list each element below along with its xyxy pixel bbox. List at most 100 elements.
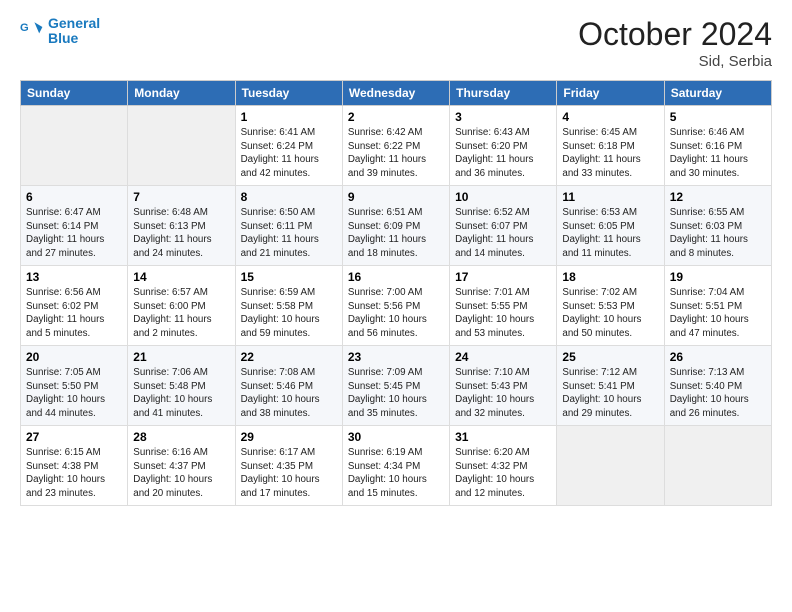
day-number: 25: [562, 350, 658, 364]
day-number: 5: [670, 110, 766, 124]
day-cell: [128, 106, 235, 186]
day-cell: 3 Sunrise: 6:43 AMSunset: 6:20 PMDaylight…: [450, 106, 557, 186]
day-number: 23: [348, 350, 444, 364]
col-monday: Monday: [128, 81, 235, 106]
day-info: Sunrise: 6:50 AMSunset: 6:11 PMDaylight:…: [241, 207, 319, 259]
day-cell: 8 Sunrise: 6:50 AMSunset: 6:11 PMDaylight…: [235, 186, 342, 266]
day-number: 31: [455, 430, 551, 444]
logo-icon: G: [20, 19, 44, 43]
day-info: Sunrise: 6:55 AMSunset: 6:03 PMDaylight:…: [670, 207, 748, 259]
day-info: Sunrise: 6:57 AMSunset: 6:00 PMDaylight:…: [133, 287, 211, 339]
day-cell: 7 Sunrise: 6:48 AMSunset: 6:13 PMDaylight…: [128, 186, 235, 266]
day-info: Sunrise: 6:52 AMSunset: 6:07 PMDaylight:…: [455, 207, 533, 259]
day-number: 20: [26, 350, 122, 364]
logo: G General Blue: [20, 16, 100, 47]
logo-text-line1: General: [48, 16, 100, 31]
day-number: 28: [133, 430, 229, 444]
day-number: 1: [241, 110, 337, 124]
day-info: Sunrise: 6:42 AMSunset: 6:22 PMDaylight:…: [348, 127, 426, 179]
day-info: Sunrise: 7:06 AMSunset: 5:48 PMDaylight:…: [133, 367, 212, 419]
day-cell: 29 Sunrise: 6:17 AMSunset: 4:35 PMDayligh…: [235, 426, 342, 506]
day-cell: 5Sunrise: 6:46 AMSunset: 6:16 PMDaylight…: [664, 106, 771, 186]
day-number: 2: [348, 110, 444, 124]
day-cell: [21, 106, 128, 186]
day-cell: 10 Sunrise: 6:52 AMSunset: 6:07 PMDayligh…: [450, 186, 557, 266]
day-number: 10: [455, 190, 551, 204]
day-number: 30: [348, 430, 444, 444]
week-row-2: 6Sunrise: 6:47 AMSunset: 6:14 PMDaylight…: [21, 186, 772, 266]
day-info: Sunrise: 6:15 AMSunset: 4:38 PMDaylight:…: [26, 447, 105, 499]
day-cell: 20 Sunrise: 7:05 AMSunset: 5:50 PMDayligh…: [21, 346, 128, 426]
day-info: Sunrise: 7:00 AMSunset: 5:56 PMDaylight:…: [348, 287, 427, 339]
day-number: 21: [133, 350, 229, 364]
title-block: October 2024 Sid, Serbia: [578, 16, 772, 70]
day-number: 27: [26, 430, 122, 444]
day-cell: 31 Sunrise: 6:20 AMSunset: 4:32 PMDayligh…: [450, 426, 557, 506]
day-number: 7: [133, 190, 229, 204]
day-cell: 28 Sunrise: 6:16 AMSunset: 4:37 PMDayligh…: [128, 426, 235, 506]
day-number: 16: [348, 270, 444, 284]
day-number: 14: [133, 270, 229, 284]
col-saturday: Saturday: [664, 81, 771, 106]
day-info: Sunrise: 6:43 AMSunset: 6:20 PMDaylight:…: [455, 127, 533, 179]
day-info: Sunrise: 7:13 AMSunset: 5:40 PMDaylight:…: [670, 367, 749, 419]
col-thursday: Thursday: [450, 81, 557, 106]
day-cell: 23Sunrise: 7:09 AMSunset: 5:45 PMDayligh…: [342, 346, 449, 426]
day-cell: 2 Sunrise: 6:42 AMSunset: 6:22 PMDaylight…: [342, 106, 449, 186]
day-cell: [557, 426, 664, 506]
day-cell: 25Sunrise: 7:12 AMSunset: 5:41 PMDayligh…: [557, 346, 664, 426]
day-info: Sunrise: 7:05 AMSunset: 5:50 PMDaylight:…: [26, 367, 105, 419]
day-cell: 14 Sunrise: 6:57 AMSunset: 6:00 PMDayligh…: [128, 266, 235, 346]
day-cell: 19 Sunrise: 7:04 AMSunset: 5:51 PMDayligh…: [664, 266, 771, 346]
day-info: Sunrise: 6:45 AMSunset: 6:18 PMDaylight:…: [562, 127, 640, 179]
day-cell: 15 Sunrise: 6:59 AMSunset: 5:58 PMDayligh…: [235, 266, 342, 346]
day-number: 4: [562, 110, 658, 124]
day-info: Sunrise: 6:20 AMSunset: 4:32 PMDaylight:…: [455, 447, 534, 499]
day-info: Sunrise: 6:17 AMSunset: 4:35 PMDaylight:…: [241, 447, 320, 499]
day-cell: 6Sunrise: 6:47 AMSunset: 6:14 PMDaylight…: [21, 186, 128, 266]
day-cell: 21 Sunrise: 7:06 AMSunset: 5:48 PMDayligh…: [128, 346, 235, 426]
day-info: Sunrise: 6:51 AMSunset: 6:09 PMDaylight:…: [348, 207, 426, 259]
day-number: 12: [670, 190, 766, 204]
day-cell: 18Sunrise: 7:02 AMSunset: 5:53 PMDayligh…: [557, 266, 664, 346]
col-sunday: Sunday: [21, 81, 128, 106]
week-row-5: 27 Sunrise: 6:15 AMSunset: 4:38 PMDayligh…: [21, 426, 772, 506]
day-cell: 26Sunrise: 7:13 AMSunset: 5:40 PMDayligh…: [664, 346, 771, 426]
week-row-3: 13 Sunrise: 6:56 AMSunset: 6:02 PMDayligh…: [21, 266, 772, 346]
day-info: Sunrise: 6:41 AMSunset: 6:24 PMDaylight:…: [241, 127, 319, 179]
day-info: Sunrise: 6:48 AMSunset: 6:13 PMDaylight:…: [133, 207, 211, 259]
day-number: 19: [670, 270, 766, 284]
day-cell: 4 Sunrise: 6:45 AMSunset: 6:18 PMDaylight…: [557, 106, 664, 186]
day-info: Sunrise: 6:53 AMSunset: 6:05 PMDaylight:…: [562, 207, 640, 259]
col-wednesday: Wednesday: [342, 81, 449, 106]
day-number: 6: [26, 190, 122, 204]
week-row-1: 1 Sunrise: 6:41 AMSunset: 6:24 PMDaylight…: [21, 106, 772, 186]
day-info: Sunrise: 7:04 AMSunset: 5:51 PMDaylight:…: [670, 287, 749, 339]
day-info: Sunrise: 7:01 AMSunset: 5:55 PMDaylight:…: [455, 287, 534, 339]
day-number: 24: [455, 350, 551, 364]
day-cell: 22Sunrise: 7:08 AMSunset: 5:46 PMDayligh…: [235, 346, 342, 426]
day-cell: 27 Sunrise: 6:15 AMSunset: 4:38 PMDayligh…: [21, 426, 128, 506]
calendar-table: Sunday Monday Tuesday Wednesday Thursday…: [20, 80, 772, 506]
day-number: 29: [241, 430, 337, 444]
location: Sid, Serbia: [578, 53, 772, 70]
day-number: 15: [241, 270, 337, 284]
day-cell: 9Sunrise: 6:51 AMSunset: 6:09 PMDaylight…: [342, 186, 449, 266]
day-cell: 13 Sunrise: 6:56 AMSunset: 6:02 PMDayligh…: [21, 266, 128, 346]
day-number: 13: [26, 270, 122, 284]
day-info: Sunrise: 6:16 AMSunset: 4:37 PMDaylight:…: [133, 447, 212, 499]
day-info: Sunrise: 7:08 AMSunset: 5:46 PMDaylight:…: [241, 367, 320, 419]
day-info: Sunrise: 6:56 AMSunset: 6:02 PMDaylight:…: [26, 287, 104, 339]
day-cell: 30Sunrise: 6:19 AMSunset: 4:34 PMDayligh…: [342, 426, 449, 506]
day-cell: 17Sunrise: 7:01 AMSunset: 5:55 PMDayligh…: [450, 266, 557, 346]
day-cell: 12 Sunrise: 6:55 AMSunset: 6:03 PMDayligh…: [664, 186, 771, 266]
day-number: 8: [241, 190, 337, 204]
day-info: Sunrise: 6:59 AMSunset: 5:58 PMDaylight:…: [241, 287, 320, 339]
col-tuesday: Tuesday: [235, 81, 342, 106]
day-number: 3: [455, 110, 551, 124]
day-cell: 24 Sunrise: 7:10 AMSunset: 5:43 PMDayligh…: [450, 346, 557, 426]
week-row-4: 20 Sunrise: 7:05 AMSunset: 5:50 PMDayligh…: [21, 346, 772, 426]
month-title: October 2024: [578, 16, 772, 53]
logo-text-line2: Blue: [48, 31, 100, 46]
day-info: Sunrise: 7:10 AMSunset: 5:43 PMDaylight:…: [455, 367, 534, 419]
